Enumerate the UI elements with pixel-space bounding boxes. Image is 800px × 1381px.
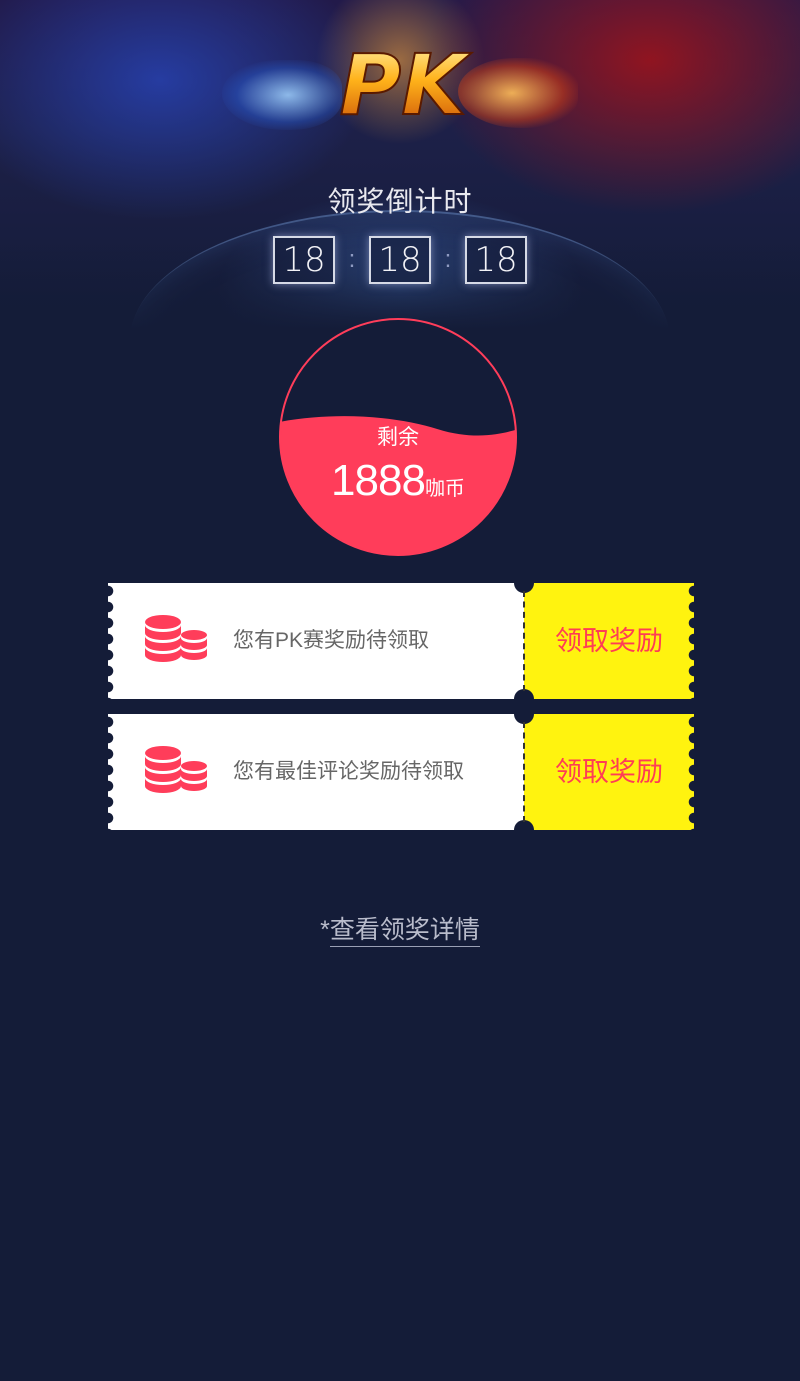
countdown-separator: : xyxy=(348,246,356,273)
balance-label: 剩余 xyxy=(377,426,419,449)
view-reward-details-link[interactable]: 查看领奖详情 xyxy=(329,916,480,947)
claim-reward-button[interactable]: 领取奖励 xyxy=(524,714,694,830)
countdown-title: 领奖倒计时 xyxy=(327,186,473,217)
details-asterisk: * xyxy=(320,916,330,944)
balance-unit: 咖币 xyxy=(424,478,465,500)
countdown-separator: : xyxy=(444,246,452,273)
countdown-seconds: 18 xyxy=(465,236,527,284)
balance-amount: 1888咖币 xyxy=(278,456,518,506)
countdown-minutes: 18 xyxy=(369,236,431,284)
reward-message: 您有最佳评论奖励待领取 xyxy=(233,760,464,783)
countdown-timer: 18:18:18 xyxy=(0,236,800,284)
pk-logo: PK xyxy=(339,35,474,135)
reward-ticket: 您有PK赛奖励待领取 领取奖励 xyxy=(102,573,700,709)
claim-reward-button[interactable]: 领取奖励 xyxy=(524,583,694,699)
svg-text:PK: PK xyxy=(340,36,473,134)
coins-icon xyxy=(145,746,207,793)
coins-icon xyxy=(145,615,207,662)
countdown-hours: 18 xyxy=(273,236,335,284)
reward-ticket: 您有最佳评论奖励待领取 领取奖励 xyxy=(102,704,700,840)
balance-value: 1888 xyxy=(331,456,426,505)
reward-message: 您有PK赛奖励待领取 xyxy=(233,629,430,652)
details-link-row: *查看领奖详情 xyxy=(0,910,800,947)
